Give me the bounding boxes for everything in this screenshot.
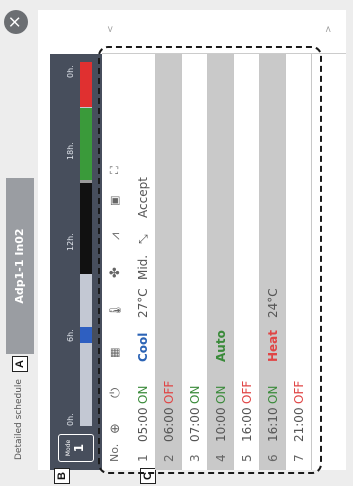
timeline-segment — [80, 107, 92, 181]
timeline-segment — [80, 180, 92, 184]
unit-tab[interactable]: Adp1-1 In02 — [6, 178, 34, 354]
timeline-track — [80, 62, 92, 426]
page-title: Detailed schedule — [14, 379, 24, 460]
tick-label: 18h. — [66, 142, 75, 160]
timeline-segment — [80, 62, 92, 108]
scroll-right-icon[interactable]: > — [324, 25, 334, 33]
timeline-chart: 0h. 6h. 12h. 18h. 0h. — [58, 62, 94, 426]
timeline-segment — [80, 327, 92, 343]
tick-label: 12h. — [66, 233, 75, 251]
close-icon[interactable]: × — [4, 10, 28, 34]
tick-label: 0h. — [66, 65, 75, 78]
scroll-left-icon[interactable]: < — [106, 25, 116, 33]
timeline-segment — [80, 183, 92, 275]
mode-value: 1 — [72, 443, 86, 453]
callout-a: A — [12, 356, 28, 372]
timeline-bar: Mode 1 0h. 6h. 12h. 18h. 0h. — [50, 54, 102, 470]
callout-b: B — [54, 468, 70, 484]
mode-label: Mode — [65, 439, 72, 457]
selection-highlight — [98, 46, 322, 474]
tick-label: 0h. — [66, 413, 75, 426]
mode-selector[interactable]: Mode 1 — [58, 434, 94, 462]
title-bar: Detailed schedule Adp1-1 In02 A — [6, 24, 34, 476]
schedule-screen: Detailed schedule Adp1-1 In02 A × Mode 1… — [0, 0, 353, 486]
tick-label: 6h. — [66, 329, 75, 342]
